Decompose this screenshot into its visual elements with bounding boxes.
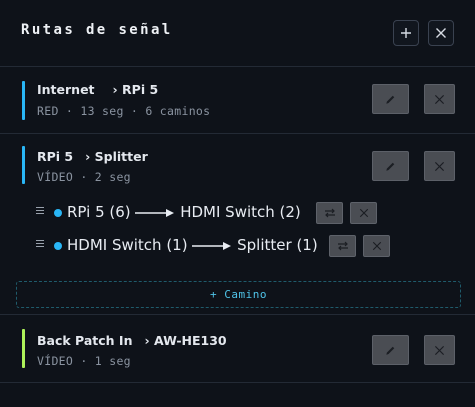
swap-step-button[interactable] [329, 235, 356, 257]
step-to: HDMI Switch (2) [180, 203, 301, 221]
delete-route-button[interactable] [424, 151, 455, 181]
edit-route-button[interactable] [372, 151, 409, 181]
step-status-dot [54, 242, 62, 250]
route-arrow: › [112, 82, 118, 97]
step-status-dot [54, 209, 62, 217]
route-arrow: › [144, 333, 150, 348]
close-icon [372, 241, 381, 251]
route-accent-bar [22, 146, 25, 184]
close-panel-button[interactable] [428, 20, 454, 46]
panel-title: Rutas de señal [21, 22, 173, 38]
close-icon [434, 345, 445, 355]
close-icon [436, 28, 446, 38]
arrow-right-icon [135, 208, 175, 217]
arrow-right-icon [192, 241, 232, 250]
route-meta: VÍDEO · 2 seg [37, 170, 131, 184]
close-icon [434, 94, 445, 104]
route-item[interactable]: Back Patch In › AW-HE130 VÍDEO · 1 seg [0, 315, 475, 383]
step-connection: RPi 5 (6) HDMI Switch (2) [67, 203, 301, 221]
add-route-button[interactable] [393, 20, 419, 46]
edit-route-button[interactable] [372, 335, 409, 365]
route-name: Back Patch In › AW-HE130 [37, 333, 227, 348]
close-icon [359, 208, 368, 218]
route-source: Internet [37, 82, 95, 97]
signal-routes-panel: Rutas de señal Internet › RPi 5 RED · 13 … [0, 0, 475, 407]
delete-step-button[interactable] [350, 202, 377, 224]
step-connection: HDMI Switch (1) Splitter (1) [67, 236, 318, 254]
delete-route-button[interactable] [424, 84, 455, 114]
step-from: RPi 5 (6) [67, 203, 131, 221]
pencil-icon [385, 346, 394, 355]
route-source: Back Patch In [37, 333, 133, 348]
swap-step-button[interactable] [316, 202, 343, 224]
swap-icon [324, 208, 335, 218]
route-name: Internet › RPi 5 [37, 82, 158, 97]
route-meta: VÍDEO · 1 seg [37, 354, 131, 368]
route-meta: RED · 13 seg · 6 caminos [37, 104, 211, 118]
plus-icon [401, 28, 411, 38]
pencil-icon [385, 162, 394, 171]
path-step[interactable]: HDMI Switch (1) Splitter (1) [36, 235, 436, 257]
swap-icon [337, 241, 348, 251]
panel-header: Rutas de señal [0, 0, 475, 67]
add-path-button[interactable]: + Camino [16, 281, 461, 308]
step-to: Splitter (1) [237, 236, 318, 254]
step-from: HDMI Switch (1) [67, 236, 188, 254]
close-icon [434, 161, 445, 171]
route-name: RPi 5 › Splitter [37, 149, 148, 164]
edit-route-button[interactable] [372, 84, 409, 114]
delete-route-button[interactable] [424, 335, 455, 365]
route-target: RPi 5 [122, 82, 159, 97]
route-item[interactable]: Internet › RPi 5 RED · 13 seg · 6 caminos [0, 67, 475, 134]
drag-handle-icon[interactable] [36, 207, 44, 216]
drag-handle-icon[interactable] [36, 240, 44, 249]
route-source: RPi 5 [37, 149, 74, 164]
pencil-icon [385, 95, 394, 104]
path-step[interactable]: RPi 5 (6) HDMI Switch (2) [36, 202, 436, 224]
route-arrow: › [85, 149, 91, 164]
route-accent-bar [22, 329, 25, 368]
delete-step-button[interactable] [363, 235, 390, 257]
route-accent-bar [22, 81, 25, 120]
route-target: AW-HE130 [154, 333, 227, 348]
route-target: Splitter [94, 149, 148, 164]
